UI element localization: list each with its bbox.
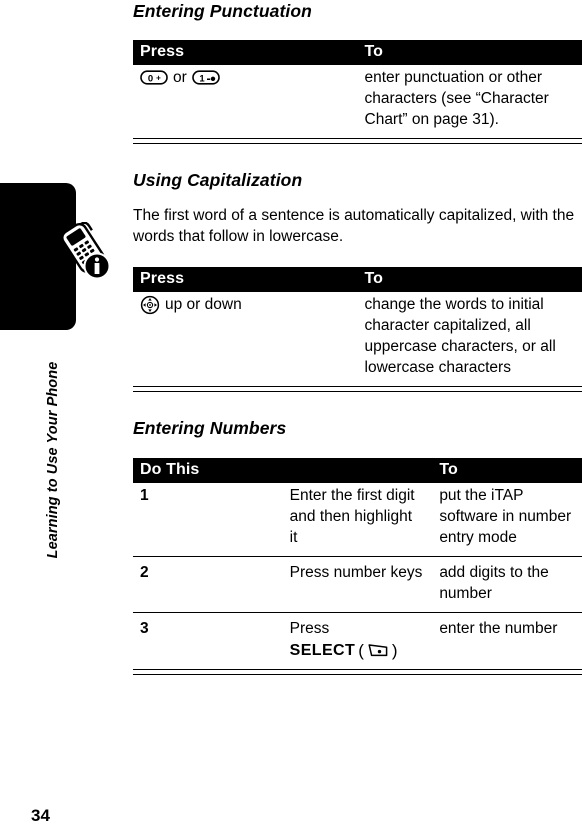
cell-press-keys: 0 + or 1: [133, 65, 358, 138]
cell-do-this: Press SELECT ( ): [282, 612, 433, 669]
column-header-to: To: [357, 267, 582, 292]
svg-text:1: 1: [199, 73, 205, 84]
table-row: 1 Enter the first digit and then highlig…: [133, 483, 582, 557]
softkey-label: SELECT: [289, 642, 356, 659]
column-header-to: To: [357, 40, 582, 65]
table-bottom-rule: [133, 138, 582, 144]
cell-to-description: enter punctuation or other characters (s…: [357, 65, 582, 138]
svg-text:0: 0: [148, 73, 153, 84]
table-using-capitalization: Press To up or down change the words to …: [133, 267, 582, 386]
table-bottom-rule: [133, 386, 582, 392]
table-header-row: Press To: [133, 40, 582, 65]
key-0-plus-icon: 0 +: [140, 70, 168, 85]
page-number: 34: [31, 806, 50, 825]
left-soft-key-icon: [367, 643, 389, 658]
table-row: 0 + or 1 enter punctuation or other char…: [133, 65, 582, 138]
heading-using-capitalization: Using Capitalization: [133, 170, 303, 190]
table-row: 2 Press number keys add digits to the nu…: [133, 556, 582, 613]
cell-step-number: 1: [133, 483, 283, 557]
paragraph-using-capitalization: The first word of a sentence is automati…: [133, 207, 575, 245]
navigation-key-label: up or down: [165, 296, 242, 313]
table-header-row: Do This To: [133, 458, 582, 483]
cell-to-description: change the words to initial character ca…: [357, 292, 582, 386]
table-bottom-rule: [133, 669, 582, 675]
cell-do-this: Press number keys: [282, 556, 433, 613]
cell-to-description: put the iTAP software in number entry mo…: [432, 483, 582, 557]
page-content: Entering Punctuation Press To 0 + or 1 e…: [133, 0, 582, 675]
key-1-icon: 1: [191, 70, 220, 85]
navigation-key-icon: [140, 295, 160, 315]
heading-entering-punctuation: Entering Punctuation: [133, 1, 312, 21]
do-prefix-label: Press: [289, 620, 330, 637]
svg-text:+: +: [156, 74, 161, 83]
softkey-paren-open: (: [358, 641, 364, 660]
cell-to-description: add digits to the number: [432, 556, 582, 613]
chapter-sidebar: Learning to Use Your Phone 34: [0, 0, 125, 837]
cell-press-navigation: up or down: [133, 292, 358, 386]
column-header-to: To: [432, 458, 582, 483]
table-row: 3 Press SELECT ( ) enter the number: [133, 612, 582, 669]
table-row: up or down change the words to initial c…: [133, 292, 582, 386]
cell-do-this: Enter the first digit and then highlight…: [282, 483, 433, 557]
cell-step-number: 2: [133, 556, 283, 613]
column-header-do-this: Do This: [133, 458, 433, 483]
column-header-press: Press: [133, 40, 358, 65]
cell-step-number: 3: [133, 612, 283, 669]
table-entering-numbers: Do This To 1 Enter the first digit and t…: [133, 458, 582, 669]
phone-info-icon: [58, 222, 112, 282]
column-header-press: Press: [133, 267, 358, 292]
cell-to-description: enter the number: [432, 612, 582, 669]
table-header-row: Press To: [133, 267, 582, 292]
chapter-label: Learning to Use Your Phone: [45, 361, 61, 559]
heading-entering-numbers: Entering Numbers: [133, 418, 287, 438]
table-entering-punctuation: Press To 0 + or 1 enter punctuation or o…: [133, 40, 582, 138]
softkey-paren-close: ): [391, 641, 398, 660]
key-conjunction-label: or: [173, 69, 187, 86]
